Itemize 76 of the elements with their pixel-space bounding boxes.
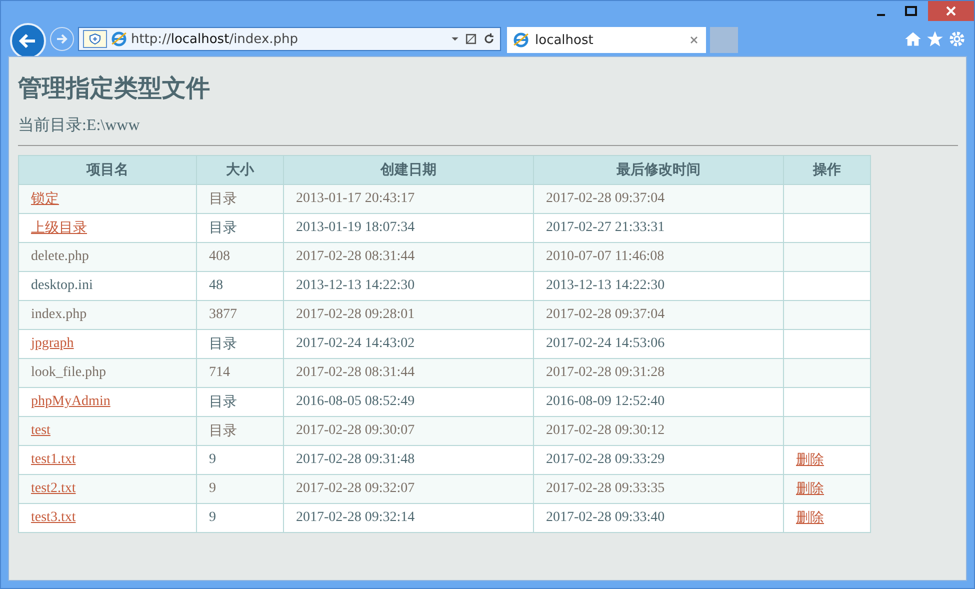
created-date: 2017-02-28 08:31:44 [296, 365, 415, 380]
size-text: 3877 [209, 307, 237, 322]
item-link[interactable]: test2.txt [31, 481, 76, 496]
created-date: 2017-02-28 09:32:14 [296, 510, 415, 525]
browser-tab[interactable]: localhost [507, 27, 706, 53]
created-date: 2017-02-28 09:32:07 [296, 481, 415, 496]
size-text: 48 [209, 278, 223, 293]
current-directory: 当前目录:E:\www [18, 116, 141, 136]
maximize-icon [905, 6, 917, 16]
modified-date: 2017-02-27 21:33:31 [546, 220, 665, 235]
url-text: http://localhost/index.php [131, 32, 300, 46]
item-link[interactable]: jpgraph [31, 336, 74, 351]
close-icon[interactable] [688, 34, 700, 46]
back-button[interactable] [10, 23, 46, 59]
size-text: 9 [209, 510, 216, 525]
size-text: 9 [209, 481, 216, 496]
modified-date: 2017-02-28 09:33:29 [546, 452, 665, 467]
star-icon[interactable] [926, 30, 944, 48]
item-link[interactable]: 锁定 [31, 192, 59, 207]
modified-date: 2013-12-13 14:22:30 [546, 278, 665, 293]
modified-date: 2017-02-28 09:37:04 [546, 307, 665, 322]
size-text: 目录 [209, 192, 237, 207]
delete-link[interactable]: 删除 [796, 482, 824, 497]
file-name: delete.php [31, 249, 89, 264]
created-date: 2017-02-28 09:31:48 [296, 452, 415, 467]
modified-date: 2017-02-28 09:37:04 [546, 191, 665, 206]
item-link[interactable]: 上级目录 [31, 221, 87, 236]
size-text: 408 [209, 249, 230, 264]
file-name: index.php [31, 307, 87, 322]
created-date: 2017-02-24 14:43:02 [296, 336, 415, 351]
close-icon [945, 5, 957, 17]
column-header: 项目名 [18, 156, 196, 184]
modified-date: 2017-02-28 09:30:12 [546, 423, 665, 438]
created-date: 2013-01-19 18:07:34 [296, 220, 415, 235]
size-text: 目录 [209, 395, 237, 410]
size-text: 目录 [209, 337, 237, 352]
close-button[interactable] [928, 1, 974, 21]
modified-date: 2017-02-28 09:33:40 [546, 510, 665, 525]
settings-icon[interactable] [948, 30, 966, 48]
home-icon[interactable] [904, 30, 922, 48]
item-link[interactable]: test3.txt [31, 510, 76, 525]
delete-link[interactable]: 删除 [796, 453, 824, 468]
created-date: 2016-08-05 08:52:49 [296, 394, 415, 409]
created-date: 2017-02-28 09:28:01 [296, 307, 415, 322]
item-link[interactable]: test [31, 423, 50, 438]
column-header: 大小 [196, 156, 284, 184]
address-bar[interactable]: http://localhost/index.php [78, 27, 501, 51]
tab-title: localhost [535, 32, 594, 48]
modified-date: 2017-02-24 14:53:06 [546, 336, 665, 351]
size-text: 9 [209, 452, 216, 467]
modified-date: 2017-02-28 09:33:35 [546, 481, 665, 496]
file-name: look_file.php [31, 365, 106, 380]
column-header: 创建日期 [284, 156, 534, 184]
modified-date: 2017-02-28 09:31:28 [546, 365, 665, 380]
modified-date: 2010-07-07 11:46:08 [546, 249, 664, 264]
size-text: 目录 [209, 424, 237, 439]
created-date: 2017-02-28 09:30:07 [296, 423, 415, 438]
created-date: 2013-01-17 20:43:17 [296, 191, 415, 206]
minimize-icon [877, 14, 885, 16]
left-arrow-icon [18, 31, 38, 51]
browser-logo-icon[interactable] [111, 31, 127, 47]
delete-link[interactable]: 删除 [796, 511, 824, 526]
item-link[interactable]: test1.txt [31, 452, 76, 467]
browser-logo-icon[interactable] [513, 32, 529, 48]
page-title: 管理指定类型文件 [18, 74, 211, 104]
size-text: 目录 [209, 221, 237, 236]
size-text: 714 [209, 365, 230, 380]
modified-date: 2016-08-09 12:52:40 [546, 394, 665, 409]
created-date: 2013-12-13 14:22:30 [296, 278, 415, 293]
right-arrow-icon [55, 32, 69, 46]
shield-icon[interactable] [83, 30, 107, 48]
file-name: desktop.ini [31, 278, 93, 293]
column-header: 最后修改时间 [534, 156, 784, 184]
compatibility-icon[interactable] [464, 31, 478, 47]
created-date: 2017-02-28 08:31:44 [296, 249, 415, 264]
column-header: 操作 [784, 156, 870, 184]
